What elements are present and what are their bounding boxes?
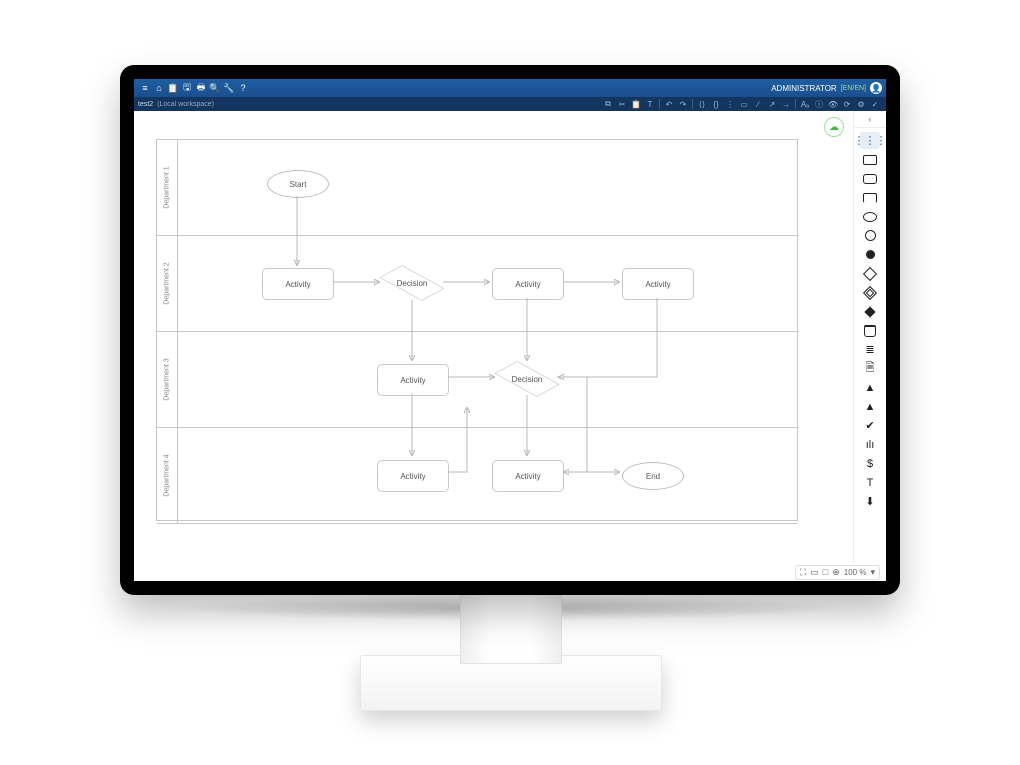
code-icon[interactable]: ⟨⟩ [695, 98, 709, 110]
print-icon[interactable]: 🖶 [194, 81, 208, 95]
canvas[interactable]: ☁ Department 1 Start Department 2 Activi… [134, 111, 854, 563]
undo-icon[interactable]: ↶ [662, 98, 676, 110]
connector-icon[interactable]: ↗ [765, 98, 779, 110]
end-node[interactable]: End [622, 462, 684, 490]
actual-size-icon[interactable]: ⊕ [832, 567, 840, 578]
cut-icon[interactable]: ✂ [615, 98, 629, 110]
lane-1-label: Department 1 [164, 166, 171, 208]
shape-rect-button[interactable] [860, 151, 880, 168]
collapse-sidebar-icon[interactable]: ‹ [854, 114, 886, 128]
lane-4: Department 4 Activity Activity End [157, 428, 797, 524]
app-header: ≡⌂📋🖫🖶🔍🔧? ADMINISTRATOR [EN/EN] 👤 [134, 79, 886, 97]
home-icon[interactable]: ⌂ [152, 81, 166, 95]
arrow-icon[interactable]: → [779, 98, 793, 110]
document-name: test2 [138, 101, 153, 108]
shape-fcircle-button[interactable] [860, 246, 880, 263]
document-toolbar: test2 (Local workspace) ⧉✂📋T ↶↷ ⟨⟩{}⋮▭∕↗→ A… [134, 97, 886, 111]
shape-openrect-button[interactable] [860, 189, 880, 206]
shape-oval-button[interactable] [860, 208, 880, 225]
swimlane-pool: Department 1 Start Department 2 Activity… [156, 139, 798, 521]
shape-chart-button[interactable]: ılı [860, 436, 880, 453]
start-node[interactable]: Start [267, 170, 329, 198]
activity-node[interactable]: Activity [377, 364, 449, 396]
shape-dollar-button[interactable]: $ [860, 455, 880, 472]
decision-node[interactable]: Decision [382, 267, 442, 299]
user-avatar-icon[interactable]: 👤 [870, 82, 882, 94]
shape-rrect-button[interactable] [860, 170, 880, 187]
copy-icon[interactable]: ⧉ [601, 98, 615, 110]
hrule-icon[interactable]: ▭ [737, 98, 751, 110]
activity-node[interactable]: Activity [377, 460, 449, 492]
textstyle-icon[interactable]: Aₐ [798, 98, 812, 110]
status-bar: ⛶ ▭ □ ⊕ 100 % ▾ [134, 563, 886, 581]
tools-icon[interactable]: 🔧 [222, 81, 236, 95]
redo-icon[interactable]: ↷ [676, 98, 690, 110]
screen: ≡⌂📋🖫🖶🔍🔧? ADMINISTRATOR [EN/EN] 👤 test2 (… [134, 79, 886, 581]
shape-grid-button[interactable]: ⋮⋮⋮ [860, 132, 880, 149]
zoom-level: 100 % [844, 568, 867, 577]
lane-2: Department 2 Activity Decision Activity … [157, 236, 797, 332]
shape-diamond-button[interactable] [860, 265, 880, 282]
shape-text-button[interactable]: T [860, 474, 880, 491]
clipboard-icon[interactable]: 📋 [166, 81, 180, 95]
info-icon[interactable]: ⓘ [812, 98, 826, 110]
align-icon[interactable]: ⋮ [723, 98, 737, 110]
cloud-sync-icon[interactable]: ☁ [824, 117, 844, 137]
language-indicator[interactable]: [EN/EN] [841, 85, 866, 92]
search-icon[interactable]: 🔍 [208, 81, 222, 95]
refresh-icon[interactable]: ⟳ [840, 98, 854, 110]
paste-icon[interactable]: 📋 [629, 98, 643, 110]
shape-doc-button[interactable]: 🗎 [860, 360, 880, 377]
workspace-label: (Local workspace) [157, 101, 214, 108]
shape-clock-button[interactable]: ✔ [860, 417, 880, 434]
settings-icon[interactable]: ⚙ [854, 98, 868, 110]
shape-tri-button[interactable]: ▲ [860, 398, 880, 415]
lane-2-label: Department 2 [164, 262, 171, 304]
fit-page-icon[interactable]: □ [823, 567, 828, 577]
monitor-frame: ≡⌂📋🖫🖶🔍🔧? ADMINISTRATOR [EN/EN] 👤 test2 (… [120, 65, 900, 595]
activity-node[interactable]: Activity [622, 268, 694, 300]
shape-pin-button[interactable]: ⬇ [860, 493, 880, 510]
shape-sidebar: ‹ ⋮⋮⋮ ≣ 🗎 ▲ ▲ ✔ ılı $ T ⬇ [853, 111, 886, 563]
fit-width-icon[interactable]: ▭ [810, 567, 819, 578]
help-icon[interactable]: ? [236, 81, 250, 95]
lane-4-label: Department 4 [164, 454, 171, 496]
lane-1: Department 1 Start [157, 140, 797, 236]
menu-icon[interactable]: ≡ [138, 81, 152, 95]
shape-database-button[interactable] [860, 322, 880, 339]
zoom-dropdown-icon[interactable]: ▾ [870, 567, 875, 578]
lane-3-label: Department 3 [164, 358, 171, 400]
shape-list-button[interactable]: ≣ [860, 341, 880, 358]
check-icon[interactable]: ✓ [868, 98, 882, 110]
line-icon[interactable]: ∕ [751, 98, 765, 110]
activity-node[interactable]: Activity [262, 268, 334, 300]
shape-person-button[interactable]: ▲ [860, 379, 880, 396]
fit-screen-icon[interactable]: ⛶ [800, 567, 806, 578]
brackets-icon[interactable]: {} [709, 98, 723, 110]
decision-node[interactable]: Decision [497, 363, 557, 395]
save-icon[interactable]: 🖫 [180, 81, 194, 95]
shape-circle-button[interactable] [860, 227, 880, 244]
format-icon[interactable]: T [643, 98, 657, 110]
shape-ddiamond-button[interactable] [860, 284, 880, 301]
shape-fdiamond-button[interactable] [860, 303, 880, 320]
activity-node[interactable]: Activity [492, 460, 564, 492]
activity-node[interactable]: Activity [492, 268, 564, 300]
lane-3: Department 3 Activity Decision [157, 332, 797, 428]
visibility-icon[interactable]: 👁 [826, 98, 840, 110]
user-name: ADMINISTRATOR [771, 84, 836, 93]
